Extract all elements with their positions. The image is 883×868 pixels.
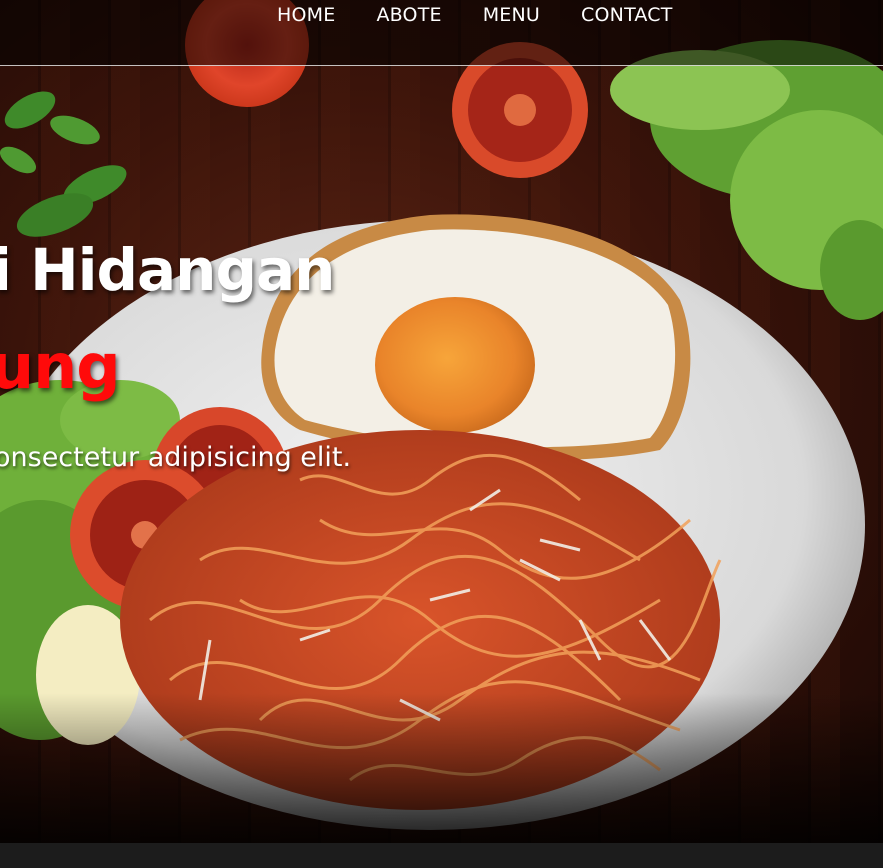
hero-title-line2: ung — [0, 330, 121, 403]
footer-strip — [0, 843, 883, 868]
nav-link-menu[interactable]: MENU — [483, 4, 540, 26]
nav-link-contact[interactable]: CONTACT — [581, 4, 673, 26]
nav-item-menu: MENU — [483, 0, 540, 30]
hero-section: i Hidangan ung onsectetur adipisicing el… — [0, 0, 883, 843]
nav-link-home[interactable]: HOME — [277, 4, 335, 26]
hero-subtitle: onsectetur adipisicing elit. — [0, 442, 352, 473]
nav-item-about: ABOTE — [376, 0, 441, 30]
navbar: HOME ABOTE MENU CONTACT — [0, 0, 883, 66]
bottom-shadow — [0, 693, 883, 843]
nav-item-home: HOME — [277, 0, 335, 30]
nav-menu: HOME ABOTE MENU CONTACT — [277, 0, 673, 30]
basil-leaves — [0, 91, 127, 237]
hero-title-line1: i Hidangan — [0, 236, 335, 304]
nav-item-contact: CONTACT — [581, 0, 673, 30]
nav-link-about[interactable]: ABOTE — [376, 4, 441, 26]
